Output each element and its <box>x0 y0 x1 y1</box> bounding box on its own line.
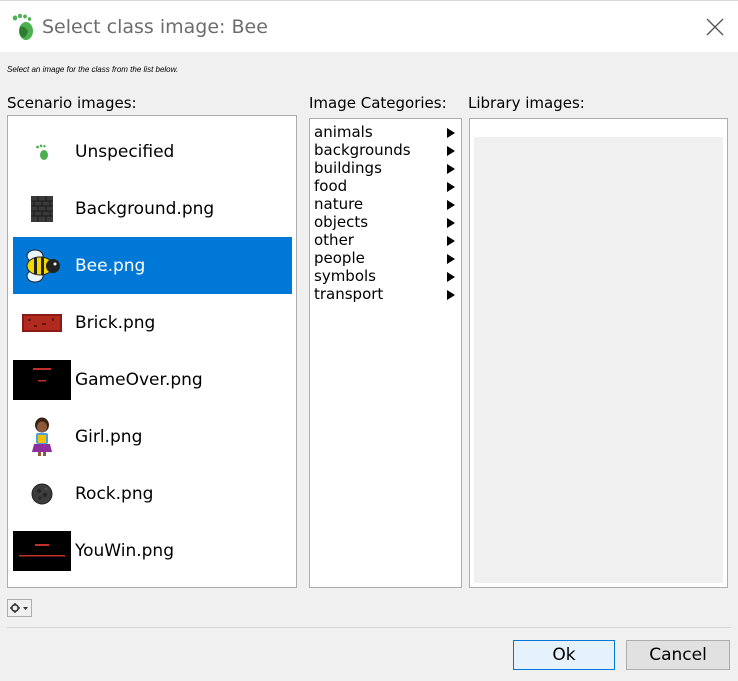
scenario-item-unspecified[interactable]: Unspecified <box>13 123 292 180</box>
instruction-text: Select an image for the class from the l… <box>7 65 179 74</box>
submenu-arrow-icon <box>447 218 455 228</box>
bee-icon <box>13 246 71 286</box>
close-button[interactable] <box>692 2 738 52</box>
category-item-food[interactable]: food <box>314 177 459 195</box>
cancel-button[interactable]: Cancel <box>626 640 730 670</box>
scenario-item-gameover[interactable]: GameOver.png <box>13 351 292 408</box>
scenario-item-label: Girl.png <box>75 426 143 447</box>
submenu-arrow-icon <box>447 164 455 174</box>
library-images-label: Library images: <box>468 94 585 112</box>
category-label: other <box>314 231 354 249</box>
category-label: animals <box>314 123 373 141</box>
submenu-arrow-icon <box>447 128 455 138</box>
separator <box>7 627 731 628</box>
submenu-arrow-icon <box>447 200 455 210</box>
ok-button[interactable]: Ok <box>513 640 615 670</box>
you-win-thumbnail <box>13 530 71 571</box>
window-title: Select class image: Bee <box>42 16 268 38</box>
scenario-item-label: GameOver.png <box>75 369 203 390</box>
scenario-item-bee[interactable]: Bee.png <box>13 237 292 294</box>
scenario-item-label: Bee.png <box>75 255 146 276</box>
scenario-images-label: Scenario images: <box>7 94 137 112</box>
category-label: nature <box>314 195 364 213</box>
category-item-buildings[interactable]: buildings <box>314 159 459 177</box>
scenario-item-background[interactable]: Background.png <box>13 180 292 237</box>
category-item-backgrounds[interactable]: backgrounds <box>314 141 459 159</box>
game-over-thumbnail <box>13 359 71 400</box>
category-label: transport <box>314 285 384 303</box>
scenario-item-youwin[interactable]: YouWin.png <box>13 522 292 579</box>
greenfoot-footprint-icon <box>10 13 36 41</box>
library-images-area <box>474 137 723 583</box>
image-categories-list[interactable]: animals backgrounds buildings food natur… <box>309 118 462 588</box>
title-bar: Select class image: Bee <box>0 0 738 52</box>
gear-menu-button[interactable] <box>7 599 32 617</box>
scenario-item-label: Unspecified <box>75 141 175 162</box>
category-label: people <box>314 249 365 267</box>
category-item-people[interactable]: people <box>314 249 459 267</box>
category-item-animals[interactable]: animals <box>314 123 459 141</box>
scenario-item-brick[interactable]: Brick.png <box>13 294 292 351</box>
category-label: objects <box>314 213 369 231</box>
category-item-nature[interactable]: nature <box>314 195 459 213</box>
submenu-arrow-icon <box>447 236 455 246</box>
scenario-item-rock[interactable]: Rock.png <box>13 465 292 522</box>
scenario-item-label: Rock.png <box>75 483 154 504</box>
submenu-arrow-icon <box>447 290 455 300</box>
gear-icon <box>10 603 28 613</box>
submenu-arrow-icon <box>447 272 455 282</box>
category-item-objects[interactable]: objects <box>314 213 459 231</box>
category-item-transport[interactable]: transport <box>314 285 459 303</box>
category-label: buildings <box>314 159 382 177</box>
submenu-arrow-icon <box>447 146 455 156</box>
scenario-item-label: Background.png <box>75 198 215 219</box>
category-label: symbols <box>314 267 376 285</box>
submenu-arrow-icon <box>447 254 455 264</box>
category-item-other[interactable]: other <box>314 231 459 249</box>
girl-icon <box>13 417 71 457</box>
image-categories-label: Image Categories: <box>309 94 447 112</box>
scenario-item-label: YouWin.png <box>75 540 174 561</box>
red-brick-icon <box>13 303 71 343</box>
scenario-images-list[interactable]: Unspecified Background.png Bee.png Brick… <box>7 115 297 588</box>
category-label: backgrounds <box>314 141 411 159</box>
brick-wall-icon <box>13 189 71 229</box>
category-item-symbols[interactable]: symbols <box>314 267 459 285</box>
submenu-arrow-icon <box>447 182 455 192</box>
greenfoot-footprint-icon <box>13 132 71 172</box>
close-icon <box>706 18 724 36</box>
category-label: food <box>314 177 348 195</box>
scenario-item-girl[interactable]: Girl.png <box>13 408 292 465</box>
rock-icon <box>13 474 71 514</box>
scenario-item-label: Brick.png <box>75 312 156 333</box>
library-images-list[interactable] <box>469 118 728 588</box>
